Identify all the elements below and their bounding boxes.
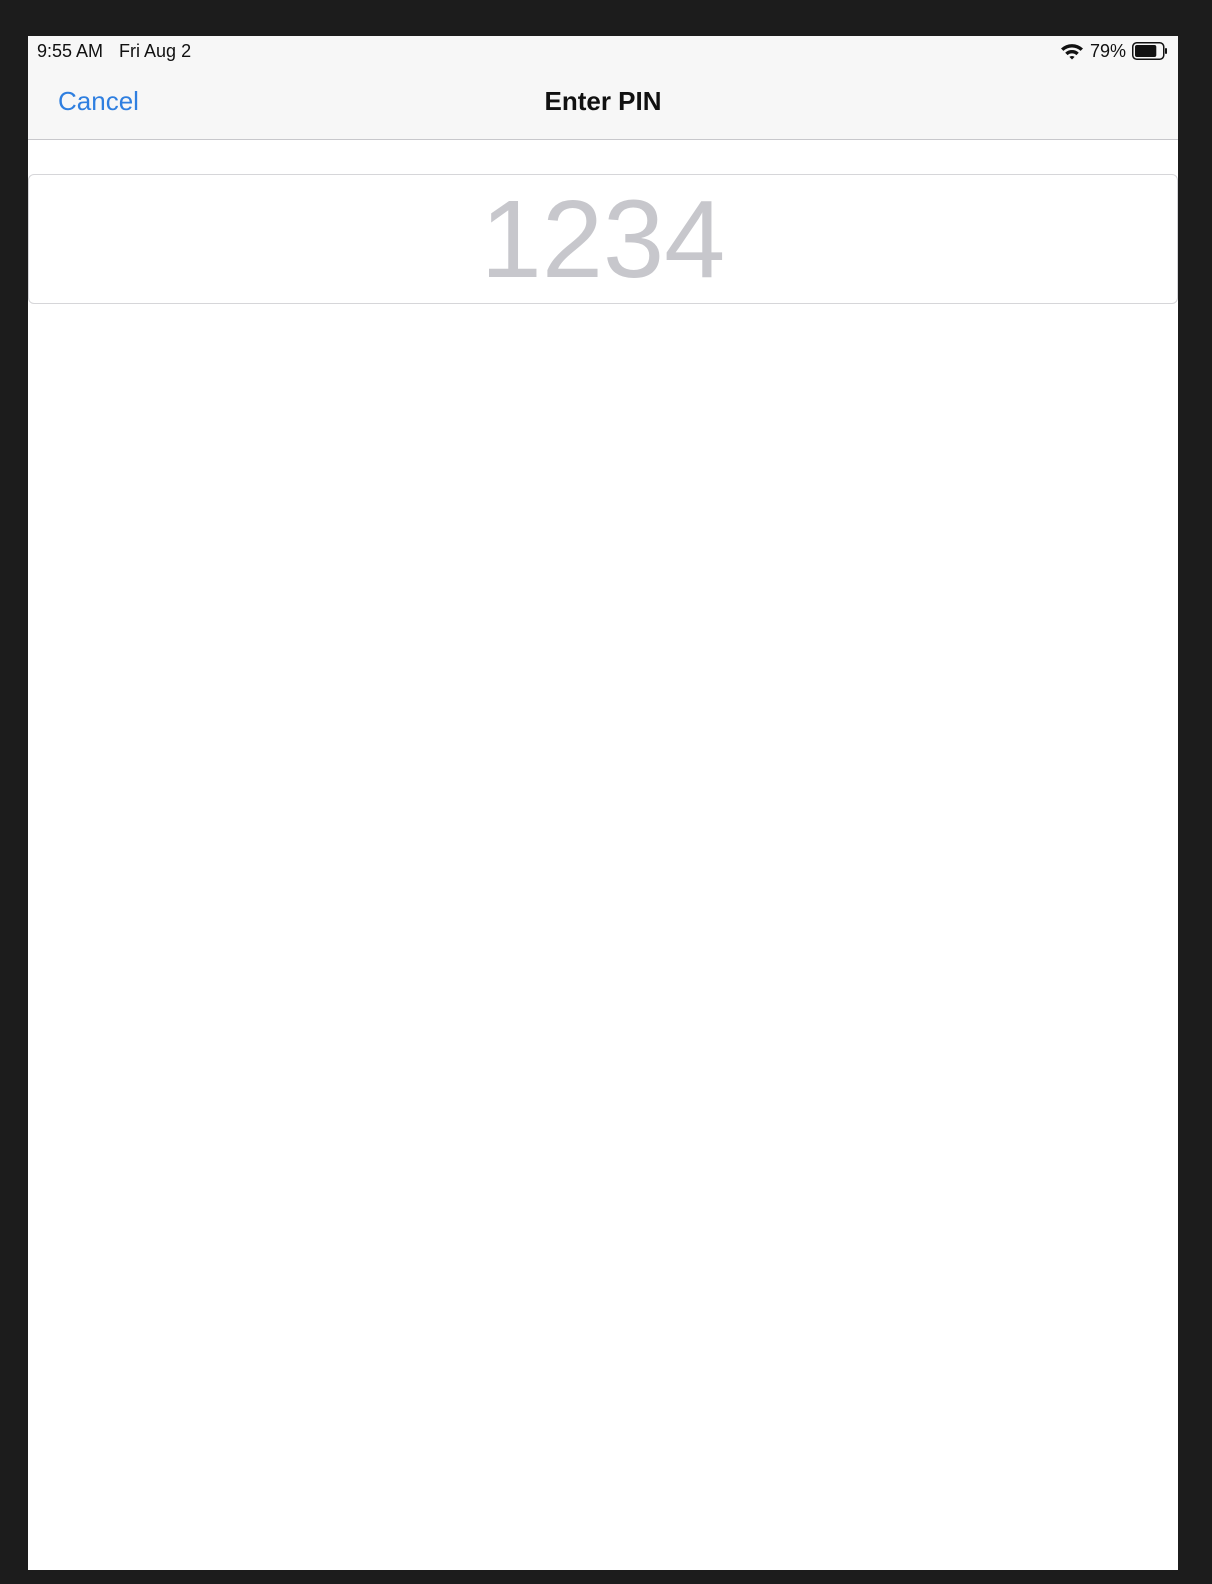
battery-icon [1132, 42, 1167, 60]
status-date: Fri Aug 2 [119, 41, 192, 61]
status-indicators: 79% [1060, 40, 1168, 62]
wifi-icon [1060, 44, 1083, 60]
device-screen: 9:55 AM Fri Aug 2 79% Cancel Enter PIN [28, 36, 1178, 1570]
status-time: 9:55 AM [37, 41, 104, 61]
status-bar: 9:55 AM Fri Aug 2 79% [28, 36, 1178, 66]
pin-field[interactable] [28, 174, 1178, 304]
pin-input[interactable] [29, 175, 1177, 303]
status-time-date: 9:55 AM Fri Aug 2 [37, 41, 191, 62]
battery-percentage: 79% [1089, 40, 1126, 61]
page-title: Enter PIN [544, 86, 662, 116]
navigation-bar: Cancel Enter PIN [28, 66, 1178, 140]
